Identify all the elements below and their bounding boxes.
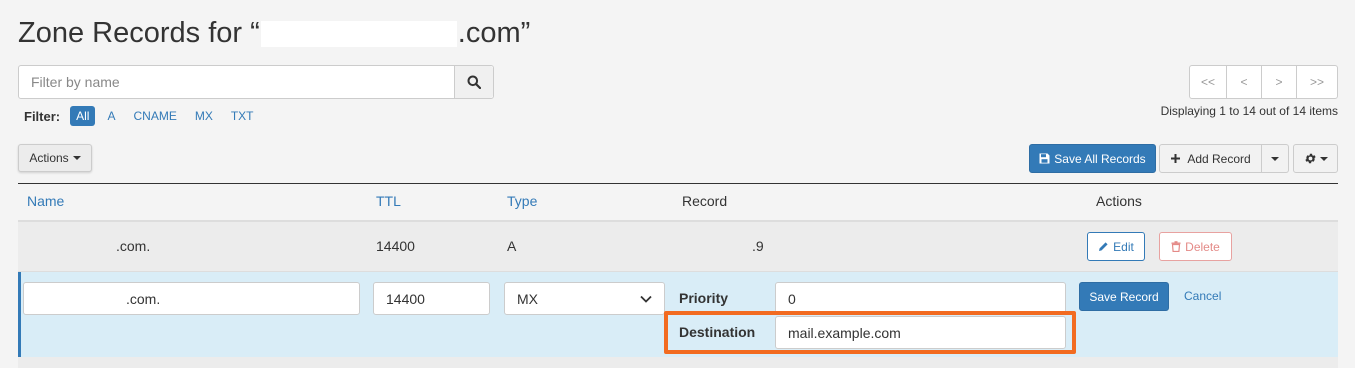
priority-label: Priority — [679, 290, 729, 306]
filter-mx[interactable]: MX — [189, 106, 219, 126]
chevron-down-icon — [1319, 156, 1328, 161]
pagination: << < > >> — [1189, 65, 1338, 99]
gear-icon — [1304, 153, 1316, 164]
add-record-group: Add Record — [1159, 144, 1289, 173]
chevron-down-icon — [72, 156, 81, 160]
table-row — [18, 357, 1338, 368]
chevron-down-icon — [640, 295, 652, 303]
trash-icon — [1171, 241, 1181, 252]
filter-label: Filter: — [24, 108, 61, 124]
save-record-button[interactable]: Save Record — [1079, 282, 1169, 311]
plus-icon — [1171, 154, 1181, 163]
ttl-input[interactable]: 14400 — [373, 282, 490, 315]
cancel-link[interactable]: Cancel — [1184, 289, 1221, 303]
actions-label: Actions — [29, 151, 69, 165]
search-icon — [467, 75, 481, 89]
record-type: A — [507, 238, 517, 254]
redacted-domain — [260, 21, 457, 48]
record-ttl: 14400 — [376, 238, 415, 254]
column-header-record: Record — [682, 193, 728, 209]
last-page-button[interactable]: >> — [1296, 65, 1338, 99]
filter-bar: Filter: All A CNAME MX TXT — [24, 106, 260, 126]
prev-page-button[interactable]: < — [1226, 65, 1262, 99]
column-header-ttl[interactable]: TTL — [376, 193, 401, 209]
page-title: Zone Records for “ .com” — [18, 14, 530, 52]
save-all-records-button[interactable]: Save All Records — [1029, 144, 1156, 173]
save-icon — [1039, 153, 1050, 164]
filter-cname[interactable]: CNAME — [127, 106, 182, 126]
type-select[interactable]: MX — [504, 282, 665, 315]
first-page-button[interactable]: << — [1189, 65, 1227, 99]
add-record-button[interactable]: Add Record — [1159, 144, 1262, 173]
delete-button[interactable]: Delete — [1159, 232, 1232, 261]
filter-all[interactable]: All — [70, 106, 96, 126]
filter-a[interactable]: A — [101, 106, 121, 126]
save-all-label: Save All Records — [1054, 151, 1146, 166]
search-input[interactable] — [19, 66, 454, 98]
add-record-dropdown-toggle[interactable] — [1262, 144, 1289, 173]
record-name: .com. — [116, 238, 151, 254]
destination-highlight-box — [664, 311, 1076, 354]
filter-txt[interactable]: TXT — [225, 106, 260, 126]
next-page-button[interactable]: > — [1261, 65, 1297, 99]
column-header-name[interactable]: Name — [27, 193, 64, 209]
column-header-type[interactable]: Type — [507, 193, 537, 209]
pagination-status: Displaying 1 to 14 out of 14 items — [1160, 104, 1338, 118]
table-top-border — [18, 183, 1338, 184]
record-value: .9 — [752, 238, 764, 254]
page-title-prefix: Zone Records for “ — [18, 17, 260, 49]
chevron-down-icon — [1271, 156, 1279, 161]
search-box — [18, 65, 494, 99]
actions-dropdown-button[interactable]: Actions — [18, 144, 92, 172]
settings-dropdown-button[interactable] — [1293, 144, 1338, 173]
search-button[interactable] — [454, 66, 493, 98]
delete-label: Delete — [1185, 239, 1220, 254]
column-header-actions: Actions — [1096, 193, 1142, 209]
name-input[interactable]: .com. — [23, 282, 360, 315]
page-title-suffix: .com” — [457, 17, 531, 49]
edit-label: Edit — [1113, 239, 1134, 254]
pencil-icon — [1099, 242, 1108, 251]
add-record-label: Add Record — [1187, 151, 1251, 166]
type-select-value: MX — [517, 290, 538, 307]
edit-button[interactable]: Edit — [1087, 232, 1145, 261]
